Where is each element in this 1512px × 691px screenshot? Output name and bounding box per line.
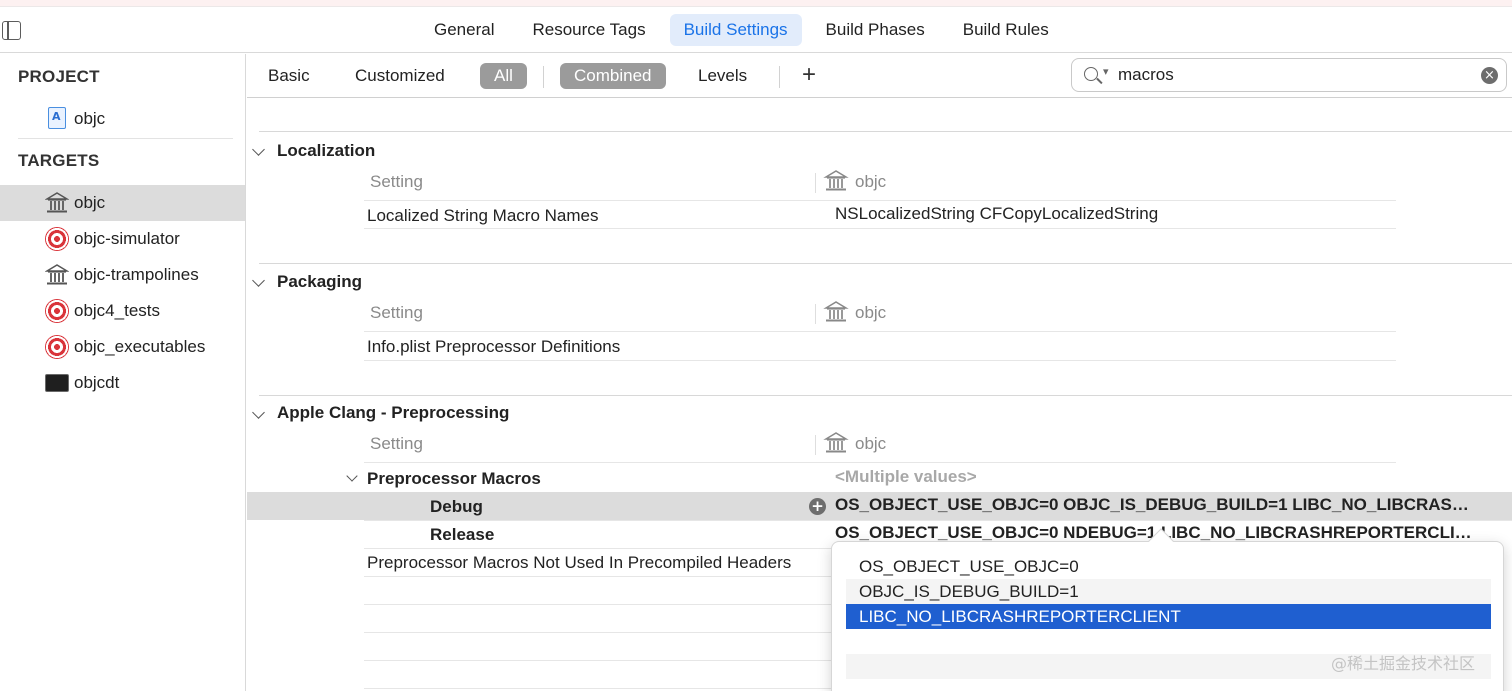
setting-column-header: Setting: [370, 172, 423, 191]
view-levels-button[interactable]: Levels: [698, 63, 747, 89]
sidebar-item-label: objcdt: [74, 373, 120, 392]
tab-build-phases[interactable]: Build Phases: [812, 14, 939, 46]
framework-icon: [823, 301, 849, 322]
setting-preprocessor-macros-not-used-in-pch[interactable]: Preprocessor Macros Not Used In Precompi…: [367, 553, 791, 573]
sidebar-toggle-icon[interactable]: [2, 21, 21, 40]
search-icon[interactable]: [1084, 67, 1098, 81]
sidebar-item-label: objc_executables: [74, 337, 206, 356]
group-title-localization[interactable]: Localization: [277, 141, 375, 161]
chevron-down-icon: ▾: [1103, 66, 1109, 78]
watermark: @稀土掘金技术社区: [1331, 654, 1476, 673]
setting-preprocessor-macros[interactable]: Preprocessor Macros: [367, 469, 541, 489]
framework-icon: [823, 432, 849, 453]
group-separator: [259, 263, 1512, 264]
macro-list-item[interactable]: OS_OBJECT_USE_OBJC=0: [846, 554, 1491, 579]
group-title-apple-clang-preprocessing[interactable]: Apple Clang - Preprocessing: [277, 403, 509, 423]
sidebar-item-project-objc[interactable]: objc: [0, 101, 245, 137]
disclosure-chevron-icon[interactable]: [252, 274, 265, 287]
tab-general[interactable]: General: [420, 14, 508, 46]
setting-column-header: Setting: [370, 303, 423, 322]
framework-icon: [823, 170, 849, 191]
row-separator: [364, 331, 1396, 332]
target-column-header: objc: [855, 434, 887, 453]
setting-value[interactable]: NSLocalizedString CFCopyLocalizedString: [835, 204, 1158, 224]
tab-build-settings[interactable]: Build Settings: [669, 14, 802, 46]
multiple-values-placeholder[interactable]: <Multiple values>: [835, 467, 977, 487]
project-section-header: PROJECT: [18, 67, 100, 86]
disclosure-chevron-icon[interactable]: [252, 143, 265, 156]
sidebar-item-label: objc: [74, 109, 106, 128]
column-divider: [815, 304, 816, 324]
project-file-icon: [48, 107, 66, 129]
sidebar-item-label: objc4_tests: [74, 301, 160, 320]
disclosure-chevron-icon[interactable]: [252, 406, 265, 419]
sidebar-item-label: objc-trampolines: [74, 265, 199, 284]
filter-basic-button[interactable]: Basic: [268, 63, 310, 89]
target-column-header: objc: [855, 303, 887, 322]
macro-list-item-selected[interactable]: LIBC_NO_LIBCRASHREPORTERCLIENT: [846, 604, 1491, 629]
search-input[interactable]: macros: [1118, 59, 1174, 91]
terminal-icon: [45, 374, 69, 392]
target-column-header: objc: [855, 172, 887, 191]
debug-macros-value[interactable]: OS_OBJECT_USE_OBJC=0 OBJC_IS_DEBUG_BUILD…: [835, 495, 1469, 515]
filter-separator: [543, 66, 544, 88]
disclosure-chevron-icon[interactable]: [346, 470, 358, 482]
build-settings-filter-bar: Basic Customized All Combined Levels + ▾…: [247, 54, 1512, 98]
row-separator: [364, 360, 1396, 361]
add-setting-button[interactable]: +: [802, 61, 816, 89]
search-field[interactable]: ▾ macros ×: [1071, 58, 1507, 92]
setting-info-plist-preprocessor-definitions[interactable]: Info.plist Preprocessor Definitions: [367, 337, 620, 357]
window-top-strip: [0, 0, 1512, 7]
view-combined-button[interactable]: Combined: [560, 63, 666, 89]
filter-separator: [779, 66, 780, 88]
macro-list-item[interactable]: OBJC_IS_DEBUG_BUILD=1: [846, 579, 1491, 604]
target-icon: [45, 335, 69, 359]
sidebar-item-target-objc-executables[interactable]: objc_executables: [0, 329, 245, 365]
column-divider: [815, 435, 816, 455]
config-release-label[interactable]: Release: [430, 525, 494, 545]
filter-all-button[interactable]: All: [480, 63, 527, 89]
sidebar-item-target-objc4-tests[interactable]: objc4_tests: [0, 293, 245, 329]
editor-tabs: General Resource Tags Build Settings Bui…: [420, 14, 1073, 46]
group-title-packaging[interactable]: Packaging: [277, 272, 362, 292]
group-separator: [259, 131, 1512, 132]
sidebar-item-label: objc-simulator: [74, 229, 180, 248]
framework-icon: [45, 264, 69, 285]
tab-build-rules[interactable]: Build Rules: [949, 14, 1063, 46]
row-separator: [364, 462, 1396, 463]
row-separator: [364, 520, 1512, 521]
sidebar-item-target-objc-trampolines[interactable]: objc-trampolines: [0, 257, 245, 293]
target-icon: [45, 227, 69, 251]
add-condition-icon[interactable]: +: [809, 498, 826, 515]
clear-search-icon[interactable]: ×: [1481, 67, 1498, 84]
setting-column-header: Setting: [370, 434, 423, 453]
config-debug-label[interactable]: Debug: [430, 497, 483, 517]
project-targets-sidebar: PROJECT objc TARGETS objc objc-simulator…: [0, 54, 246, 691]
filter-customized-button[interactable]: Customized: [355, 63, 445, 89]
sidebar-divider: [18, 138, 233, 139]
row-separator: [364, 200, 1396, 201]
column-divider: [815, 173, 816, 193]
sidebar-item-target-objc[interactable]: objc: [0, 185, 245, 221]
sidebar-item-label: objc: [74, 193, 106, 212]
target-icon: [45, 299, 69, 323]
row-separator: [364, 228, 1396, 229]
tab-resource-tags[interactable]: Resource Tags: [518, 14, 659, 46]
framework-icon: [45, 192, 69, 213]
editor-tab-bar: General Resource Tags Build Settings Bui…: [0, 7, 1512, 53]
targets-section-header: TARGETS: [18, 151, 100, 170]
group-separator: [259, 395, 1512, 396]
sidebar-item-target-objc-simulator[interactable]: objc-simulator: [0, 221, 245, 257]
setting-localized-string-macro-names[interactable]: Localized String Macro Names: [367, 206, 598, 226]
sidebar-item-target-objcdt[interactable]: objcdt: [0, 365, 245, 401]
